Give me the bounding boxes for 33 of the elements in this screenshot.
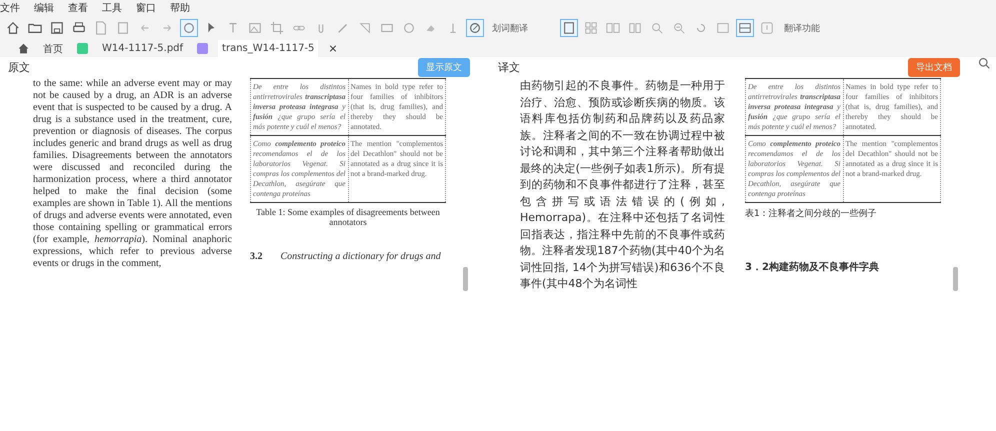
document-tab[interactable]: W14-1117-5.pdf	[98, 40, 188, 57]
section-heading: 3．2构建药物及不良事件字典	[745, 260, 880, 274]
file-icon	[197, 43, 208, 54]
stamp-icon[interactable]	[466, 19, 484, 37]
table-caption: 表1：注释者之间分歧的一些例子	[745, 208, 878, 220]
menu-item[interactable]: 窗口	[136, 1, 156, 15]
paragraph: 由药物引起的不良事件。药物是一种用于治疗、治愈、预防或诊断疾病的物质。该语料库包括仿制药和品牌药以及药品家族。注释者之间的不一致在协调过程中被讨论和调和，其中第三个注释者帮助做出最终的决定(一些例子如表1所示)。所有提到的药物和不良事件都进行了注释，甚至包含拼写或语法错误的(例如, Hemorrapa)。在注释中还包括了名词性回指表达，指注释中先前的不良事件或药物。注释者发现187个药物(其中40个为名词性回指, 14个为拼写错误)和636个不良事件(其中48个为名词性	[520, 78, 725, 292]
toolbar-label[interactable]: 翻译功能	[784, 22, 820, 34]
file-icon	[77, 43, 88, 54]
scrollbar-thumb[interactable]	[463, 267, 468, 291]
table-caption: Table 1: Some examples of disagreements between annotators	[255, 207, 441, 227]
columns-icon[interactable]	[736, 19, 754, 37]
hand-icon[interactable]	[180, 19, 198, 37]
menu-item[interactable]: 工具	[102, 1, 122, 15]
pane-title: 译文	[498, 60, 520, 75]
scrollbar-thumb[interactable]	[953, 267, 958, 291]
search-icon[interactable]	[978, 57, 990, 69]
menu-item[interactable]: 编辑	[34, 1, 54, 15]
pane-title: 原文	[8, 60, 30, 75]
section-number: 3.2	[250, 251, 262, 262]
menu-item[interactable]: 文件	[0, 1, 20, 15]
single-page-icon[interactable]	[560, 19, 578, 37]
toolbar-label[interactable]: 划词翻译	[492, 22, 528, 34]
crop-icon[interactable]	[268, 19, 286, 37]
document-tab[interactable]: trans_W14-1117-5	[218, 40, 318, 57]
section-heading: Constructing a dictionary for drugs and	[280, 251, 441, 262]
close-button[interactable]: ×	[328, 42, 338, 55]
menu-item[interactable]: 帮助	[170, 1, 190, 15]
paragraph: to the same: while an adverse event may or may not be caused by a drug, an ADR is an adverse event that is suspected to be caused by a drug. A drug is a substance used in the treatment, cure, prevention or diagnosis of diseases. The corpus includes generic and brand drugs as well as drug families. Disagreements between the annotators were discussed and reconciled during the harmonization process, where a third annotator helped to make the final decision (some examples are shown in Table 1). All the mentions of drugs and adverse events were annotated, even those containing spelling or grammatical errors (for example, hemorrapia). Nominal anaphoric expressions, which refer to previous adverse events or drugs in the comment,	[33, 78, 232, 271]
save-icon[interactable]	[48, 19, 66, 37]
menu-item[interactable]: 查看	[68, 1, 88, 15]
document-tab[interactable]: 首页	[39, 40, 67, 57]
home-icon	[18, 43, 29, 54]
